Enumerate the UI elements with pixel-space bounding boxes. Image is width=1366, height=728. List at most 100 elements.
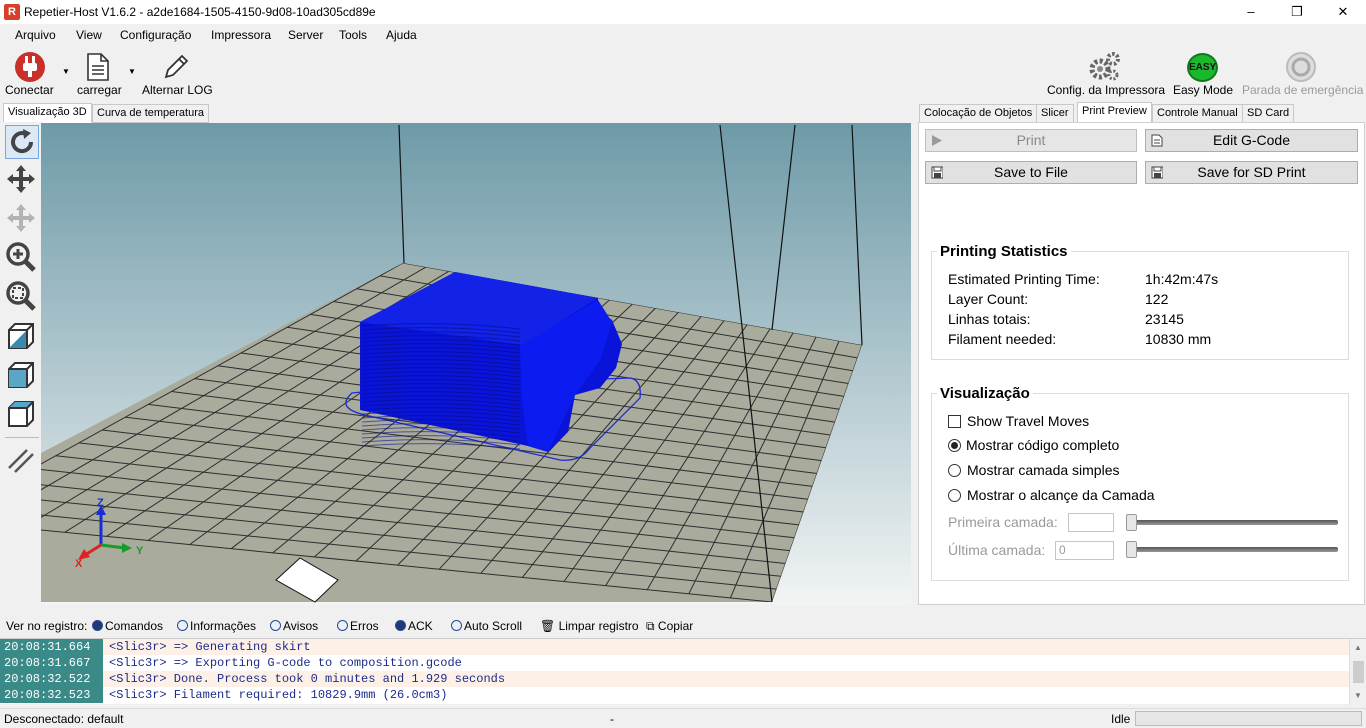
easy-mode-button[interactable]: EASY Easy Mode	[1170, 50, 1236, 100]
menu-view[interactable]: View	[76, 28, 102, 42]
zoom-tool[interactable]	[5, 241, 39, 275]
axis-z-label: Z	[97, 497, 104, 509]
scroll-thumb[interactable]	[1353, 661, 1364, 683]
log-scrollbar[interactable]: ▲ ▼	[1349, 639, 1366, 705]
radio-layer-range-label[interactable]: Mostrar o alcançe da Camada	[967, 487, 1155, 503]
minimize-button[interactable]: –	[1228, 0, 1274, 24]
trash-icon: 🗑	[540, 619, 556, 633]
move-object-icon	[7, 204, 35, 232]
filter-errors-icon	[337, 620, 348, 631]
connect-button[interactable]: Conectar	[4, 50, 58, 100]
connect-dropdown-icon[interactable]: ▼	[62, 67, 70, 76]
radio-single-layer[interactable]	[948, 464, 961, 477]
emergency-stop-button[interactable]: Parada de emergência	[1240, 50, 1364, 100]
maximize-button[interactable]: ❐	[1274, 0, 1320, 24]
filter-warnings-icon	[270, 620, 281, 631]
last-layer-slider[interactable]	[1128, 547, 1338, 552]
filter-errors[interactable]: Erros	[337, 619, 379, 633]
connect-label: Conectar	[5, 83, 54, 97]
parallel-projection-tool[interactable]	[5, 444, 39, 478]
show-travel-checkbox[interactable]	[948, 415, 961, 428]
filter-commands[interactable]: Comandos	[92, 619, 163, 633]
menu-configuracao[interactable]: Configuração	[120, 28, 191, 42]
gcode-file-icon	[1151, 134, 1163, 147]
first-layer-slider-thumb[interactable]	[1126, 514, 1137, 531]
menu-arquivo[interactable]: Arquivo	[15, 28, 56, 42]
scroll-down-icon[interactable]: ▼	[1354, 691, 1362, 700]
toggle-log-button[interactable]: Alternar LOG	[140, 50, 214, 100]
menu-tools[interactable]: Tools	[339, 28, 367, 42]
printing-statistics-title: Printing Statistics	[937, 243, 1071, 260]
tab-slicer[interactable]: Slicer	[1036, 104, 1074, 123]
iso-view-tool[interactable]	[5, 320, 39, 354]
window-title: Repetier-Host V1.6.2 - a2de1684-1505-415…	[24, 5, 376, 19]
menu-impressora[interactable]: Impressora	[211, 28, 271, 42]
fit-view-tool[interactable]	[5, 280, 39, 314]
tab-3d-view[interactable]: Visualização 3D	[3, 103, 92, 123]
tab-print-preview[interactable]: Print Preview	[1077, 102, 1152, 123]
3d-viewport[interactable]: Z Y X	[41, 123, 911, 605]
filter-commands-icon	[92, 620, 103, 631]
cube-front-icon	[8, 362, 34, 388]
first-layer-slider[interactable]	[1128, 520, 1338, 525]
close-button[interactable]: ✕	[1320, 0, 1366, 24]
first-layer-spinner[interactable]	[1068, 513, 1114, 532]
toggle-log-label: Alternar LOG	[142, 83, 213, 97]
menu-server[interactable]: Server	[288, 28, 323, 42]
filter-info[interactable]: Informações	[177, 619, 256, 633]
log-area[interactable]: 20:08:31.664 <Slic3r> => Generating skirt…	[0, 638, 1366, 705]
status-bar: Desconectado: default - Idle	[0, 708, 1366, 728]
move-arrows-icon	[7, 165, 35, 193]
save-to-file-button[interactable]: Save to File	[925, 161, 1137, 184]
filter-auto-scroll[interactable]: Auto Scroll	[451, 619, 522, 633]
axis-x-label: X	[75, 558, 83, 570]
radio-full-code[interactable]	[948, 439, 961, 452]
radio-full-code-label[interactable]: Mostrar código completo	[966, 437, 1119, 453]
filter-ack[interactable]: ACK	[395, 619, 433, 633]
tool-divider	[5, 437, 39, 438]
save-sd-icon	[1151, 166, 1163, 179]
rotate-tool[interactable]	[5, 125, 39, 159]
last-layer-spinner[interactable]: 0	[1055, 541, 1114, 560]
status-separator: -	[610, 712, 614, 726]
last-layer-slider-thumb[interactable]	[1126, 541, 1137, 558]
filter-warnings[interactable]: Avisos	[270, 619, 318, 633]
printer-config-label: Config. da Impressora	[1047, 83, 1166, 97]
emergency-stop-label: Parada de emergência	[1242, 83, 1364, 97]
zoom-fit-icon	[6, 281, 36, 311]
zoom-in-icon	[6, 242, 36, 272]
first-layer-label: Primeira camada:	[948, 514, 1058, 530]
move-object-tool[interactable]	[5, 202, 39, 236]
save-for-sd-button[interactable]: Save for SD Print	[1145, 161, 1358, 184]
title-bar: R Repetier-Host V1.6.2 - a2de1684-1505-4…	[0, 0, 1366, 24]
stat-time-value: 1h:42m:47s	[1145, 271, 1219, 287]
edit-gcode-button[interactable]: Edit G-Code	[1145, 129, 1358, 152]
load-button[interactable]: carregar	[72, 50, 126, 100]
app-icon: R	[4, 4, 20, 20]
show-travel-label[interactable]: Show Travel Moves	[967, 413, 1089, 429]
stat-layers-label: Layer Count:	[948, 291, 1029, 307]
move-tool[interactable]	[5, 163, 39, 197]
tab-temperature-curve[interactable]: Curva de temperatura	[92, 104, 209, 123]
load-dropdown-icon[interactable]: ▼	[128, 67, 136, 76]
stat-lines-label: Linhas totais:	[948, 311, 1031, 327]
log-row: 20:08:32.522 <Slic3r> Done. Process took …	[0, 671, 1349, 687]
top-view-tool[interactable]	[5, 398, 39, 432]
last-layer-label: Última camada:	[948, 542, 1046, 558]
radio-layer-range[interactable]	[948, 489, 961, 502]
filter-info-icon	[177, 620, 188, 631]
tab-manual-control[interactable]: Controle Manual	[1152, 104, 1243, 123]
scroll-up-icon[interactable]: ▲	[1354, 643, 1362, 652]
tab-sd-card[interactable]: SD Card	[1242, 104, 1295, 123]
tab-object-placement[interactable]: Colocação de Objetos	[919, 104, 1038, 123]
radio-single-layer-label[interactable]: Mostrar camada simples	[967, 462, 1120, 478]
copy-log-button[interactable]: ⧉ Copiar	[646, 619, 693, 634]
printer-config-button[interactable]: Config. da Impressora	[1044, 50, 1168, 100]
load-label: carregar	[77, 83, 122, 97]
save-icon	[931, 166, 943, 179]
print-button[interactable]: Print	[925, 129, 1137, 152]
log-row: 20:08:31.667 <Slic3r> => Exporting G-code…	[0, 655, 1349, 671]
menu-ajuda[interactable]: Ajuda	[386, 28, 417, 42]
front-view-tool[interactable]	[5, 359, 39, 393]
clear-log-button[interactable]: 🗑 Limpar registro	[540, 619, 639, 633]
